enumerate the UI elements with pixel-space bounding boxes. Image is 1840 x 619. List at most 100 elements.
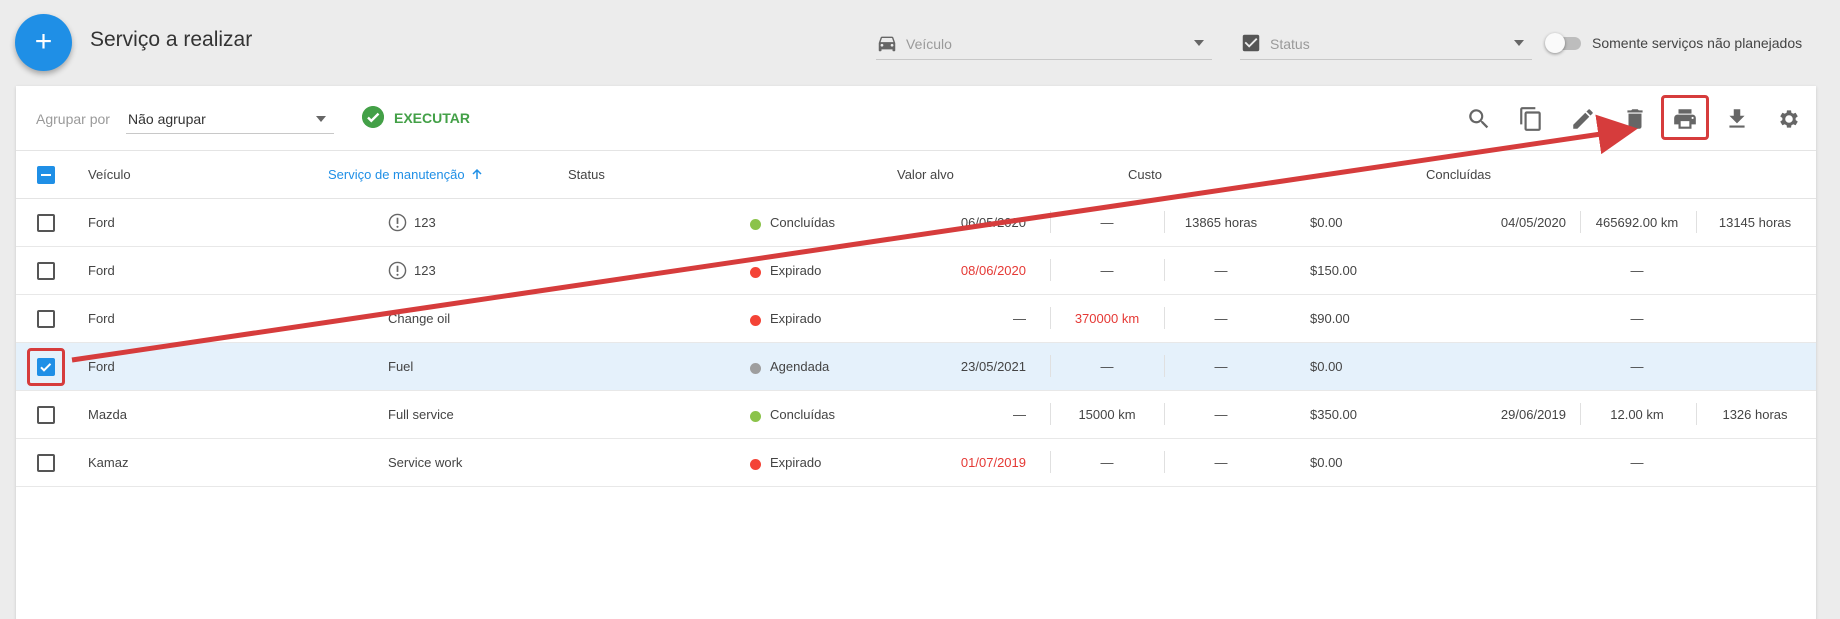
cell-target-hours: — [1214, 359, 1228, 374]
cell-cost: $90.00 [1310, 311, 1350, 326]
row-checkbox[interactable] [37, 262, 55, 280]
cell-vehicle: Ford [88, 215, 115, 230]
column-header-cost[interactable]: Custo [1128, 167, 1162, 182]
status-filter[interactable]: Status [1240, 30, 1532, 60]
status-dot [750, 459, 761, 470]
column-divider [1164, 211, 1165, 233]
column-header-status[interactable]: Status [568, 167, 605, 182]
column-header-service[interactable]: Serviço de manutenção [328, 167, 483, 182]
cell-target-km: 15000 km [1078, 407, 1136, 422]
table-row[interactable]: Ford Fuel Agendada 23/05/2021 — — $0.00 — [16, 343, 1816, 391]
table-row[interactable]: Mazda Full service Concluídas — 15000 km — $35… [16, 391, 1816, 439]
cell-cost: $150.00 [1310, 263, 1357, 278]
column-header-target[interactable]: Valor alvo [897, 167, 954, 182]
cell-service[interactable]: Fuel [388, 359, 413, 374]
column-divider [1050, 451, 1051, 473]
cell-cost: $0.00 [1310, 455, 1343, 470]
status-dot [750, 411, 761, 422]
column-divider [1580, 211, 1581, 233]
chevron-down-icon [1194, 40, 1204, 46]
cell-done-date: 29/06/2019 [1500, 407, 1566, 422]
cell-target-hours: 13865 horas [1184, 215, 1258, 230]
unplanned-toggle-label: Somente serviços não planejados [1592, 35, 1803, 51]
toggle-knob [1545, 33, 1565, 53]
group-by-select[interactable]: Não agrupar [126, 104, 334, 134]
cell-target-km: — [1100, 263, 1114, 278]
column-divider [1164, 355, 1165, 377]
cell-target-hours: — [1214, 407, 1228, 422]
delete-icon[interactable] [1622, 106, 1648, 132]
cell-vehicle: Ford [88, 263, 115, 278]
row-checkbox[interactable] [37, 454, 55, 472]
settings-icon[interactable] [1776, 106, 1802, 132]
vehicle-filter-placeholder: Veículo [906, 36, 952, 52]
select-all-checkbox[interactable] [37, 166, 55, 184]
column-divider [1580, 403, 1581, 425]
row-checkbox[interactable] [37, 214, 55, 232]
status-filter-placeholder: Status [1270, 36, 1310, 52]
cell-status: Agendada [770, 359, 830, 374]
cell-status: Expirado [770, 455, 822, 470]
chevron-down-icon [316, 116, 326, 122]
check-circle-icon [362, 106, 384, 128]
column-header-done[interactable]: Concluídas [1426, 167, 1491, 182]
car-icon [878, 36, 896, 52]
cell-target-km: 370000 km [1074, 311, 1140, 326]
table-row[interactable]: Ford 123 Expirado 08/06/2020 — — $150.00 — [16, 247, 1816, 295]
copy-icon[interactable] [1518, 106, 1544, 132]
status-dot [750, 363, 761, 374]
table-toolbar: Agrupar por Não agrupar EXECUTAR [16, 86, 1816, 151]
cell-done-km: 12.00 km [1610, 407, 1664, 422]
download-icon[interactable] [1724, 106, 1750, 132]
status-dot [750, 267, 761, 278]
cell-target-date: 06/05/2020 [960, 215, 1026, 230]
unplanned-toggle[interactable] [1545, 32, 1581, 54]
cell-status: Expirado [770, 311, 822, 326]
cell-target-hours: — [1214, 263, 1228, 278]
print-highlight-box [1661, 95, 1709, 140]
table-row[interactable]: Ford Change oil Expirado — 370000 km — $90.00 — [16, 295, 1816, 343]
cell-cost: $0.00 [1310, 215, 1343, 230]
column-divider [1164, 259, 1165, 281]
add-service-button[interactable]: + [15, 14, 72, 71]
cell-target-km: — [1100, 455, 1114, 470]
cell-done-km: — [1630, 359, 1644, 374]
cell-done-km: — [1630, 263, 1644, 278]
cell-done-hours: 13145 horas [1718, 215, 1792, 230]
cell-service[interactable]: Service work [388, 455, 462, 470]
table-row[interactable]: Ford 123 Concluídas 06/05/2020 — 13865 horas $… [16, 199, 1816, 247]
cell-done-km: — [1630, 455, 1644, 470]
status-dot [750, 219, 761, 230]
cell-service[interactable]: 123 [414, 263, 436, 278]
edit-icon[interactable] [1570, 106, 1596, 132]
table-row[interactable]: Kamaz Service work Expirado 01/07/2019 — — $0.… [16, 439, 1816, 487]
column-divider [1050, 403, 1051, 425]
checkbox-highlight-box [27, 348, 65, 386]
column-divider [1050, 355, 1051, 377]
sort-ascending-icon [472, 168, 482, 179]
services-card: Agrupar por Não agrupar EXECUTAR Veículo… [16, 86, 1816, 619]
execute-label: EXECUTAR [394, 110, 470, 126]
cell-done-hours: 1326 horas [1722, 407, 1788, 422]
cell-status: Concluídas [770, 215, 836, 230]
warning-icon [388, 213, 407, 232]
row-checkbox[interactable] [37, 406, 55, 424]
row-checkbox[interactable] [37, 310, 55, 328]
cell-done-date: 04/05/2020 [1500, 215, 1566, 230]
column-divider [1050, 259, 1051, 281]
column-divider [1050, 211, 1051, 233]
column-header-vehicle[interactable]: Veículo [88, 167, 131, 182]
column-divider [1050, 307, 1051, 329]
cell-cost: $350.00 [1310, 407, 1357, 422]
checkbox-icon [1242, 34, 1260, 52]
column-header-service-label: Serviço de manutenção [328, 167, 465, 182]
cell-service[interactable]: Change oil [388, 311, 450, 326]
cell-service[interactable]: Full service [388, 407, 454, 422]
column-divider [1164, 451, 1165, 473]
cell-vehicle: Ford [88, 359, 115, 374]
column-divider [1696, 211, 1697, 233]
cell-service[interactable]: 123 [414, 215, 436, 230]
vehicle-filter[interactable]: Veículo [876, 30, 1212, 60]
cell-target-km: — [1100, 215, 1114, 230]
search-icon[interactable] [1466, 106, 1492, 132]
